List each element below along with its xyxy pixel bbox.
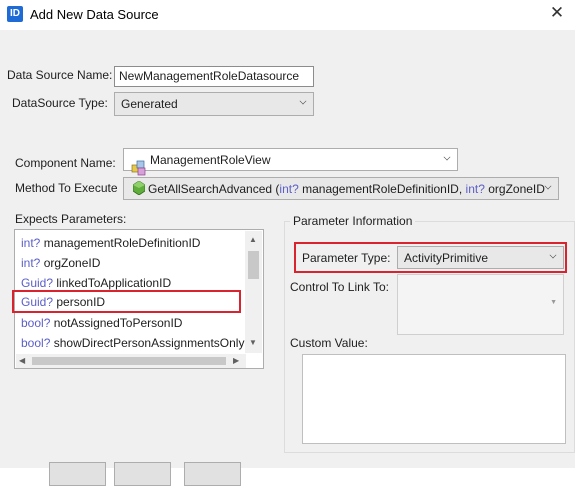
highlight-box bbox=[294, 242, 567, 273]
param-type: int? bbox=[21, 256, 41, 270]
dialog-button-2[interactable] bbox=[114, 462, 171, 486]
scroll-thumb[interactable] bbox=[32, 357, 226, 365]
close-icon[interactable]: ✕ bbox=[546, 3, 568, 23]
method-label: Method To Execute bbox=[15, 181, 118, 195]
method-name: GetAllSearchAdvanced ( bbox=[148, 182, 280, 196]
chevron-down-icon bbox=[443, 153, 451, 161]
data-source-name-input[interactable]: NewManagementRoleDatasource bbox=[114, 66, 314, 87]
scroll-up-icon[interactable]: ▲ bbox=[249, 235, 257, 244]
dialog-button-3[interactable] bbox=[184, 462, 241, 486]
method-param2-name: orgZoneID bbox=[484, 182, 545, 196]
chevron-down-icon bbox=[544, 182, 552, 190]
component-name-label: Component Name: bbox=[15, 156, 116, 170]
custom-value-textarea[interactable] bbox=[302, 354, 566, 444]
param-type: bool? bbox=[21, 336, 51, 350]
custom-value-label: Custom Value: bbox=[290, 336, 368, 350]
expects-parameters-label: Expects Parameters: bbox=[15, 212, 127, 226]
vertical-scrollbar[interactable]: ▲ ▼ bbox=[245, 231, 262, 353]
component-name-select[interactable]: ManagementRoleView bbox=[123, 148, 458, 171]
list-item[interactable]: bool? notAssignedToPersonID bbox=[21, 313, 182, 333]
datasource-type-label: DataSource Type: bbox=[12, 96, 108, 110]
param-name: linkedToApplicationID bbox=[56, 276, 172, 290]
method-icon bbox=[132, 180, 146, 196]
horizontal-scrollbar[interactable]: ◀ ▶ bbox=[16, 354, 246, 368]
param-name: showDirectPersonAssignmentsOnly bbox=[53, 336, 245, 350]
param-type: Guid? bbox=[21, 276, 54, 290]
scroll-left-icon[interactable]: ◀ bbox=[19, 356, 25, 365]
method-param1-name: managementRoleDefinitionID, bbox=[298, 182, 466, 196]
list-item[interactable]: int? managementRoleDefinitionID bbox=[21, 233, 200, 253]
data-source-name-label: Data Source Name: bbox=[7, 68, 113, 82]
control-to-link-select[interactable]: ▼ bbox=[397, 274, 564, 335]
method-select[interactable]: GetAllSearchAdvanced (int? managementRol… bbox=[123, 177, 559, 200]
param-type: bool? bbox=[21, 316, 51, 330]
datasource-type-select[interactable]: Generated bbox=[114, 92, 314, 116]
window-title: Add New Data Source bbox=[30, 7, 159, 22]
method-param2-type: int? bbox=[465, 182, 485, 196]
component-icon bbox=[131, 160, 147, 176]
param-name: managementRoleDefinitionID bbox=[43, 236, 201, 250]
highlight-box bbox=[12, 290, 241, 313]
chevron-down-icon: ▼ bbox=[550, 299, 557, 306]
control-to-link-label: Control To Link To: bbox=[290, 280, 389, 294]
app-icon: ID bbox=[7, 6, 23, 22]
scroll-thumb[interactable] bbox=[248, 251, 259, 279]
group-title: Parameter Information bbox=[290, 214, 416, 228]
param-name: orgZoneID bbox=[43, 256, 101, 270]
dialog-button-1[interactable] bbox=[49, 462, 106, 486]
param-type: int? bbox=[21, 236, 41, 250]
scroll-right-icon[interactable]: ▶ bbox=[233, 356, 239, 365]
list-item[interactable]: bool? showDirectPersonAssignmentsOnly bbox=[21, 333, 244, 353]
method-param1-type: int? bbox=[279, 182, 299, 196]
datasource-type-value: Generated bbox=[121, 97, 178, 111]
scroll-down-icon[interactable]: ▼ bbox=[249, 338, 257, 347]
param-name: notAssignedToPersonID bbox=[53, 316, 183, 330]
component-name-value: ManagementRoleView bbox=[150, 153, 271, 167]
chevron-down-icon bbox=[299, 97, 307, 105]
list-item[interactable]: int? orgZoneID bbox=[21, 253, 100, 273]
